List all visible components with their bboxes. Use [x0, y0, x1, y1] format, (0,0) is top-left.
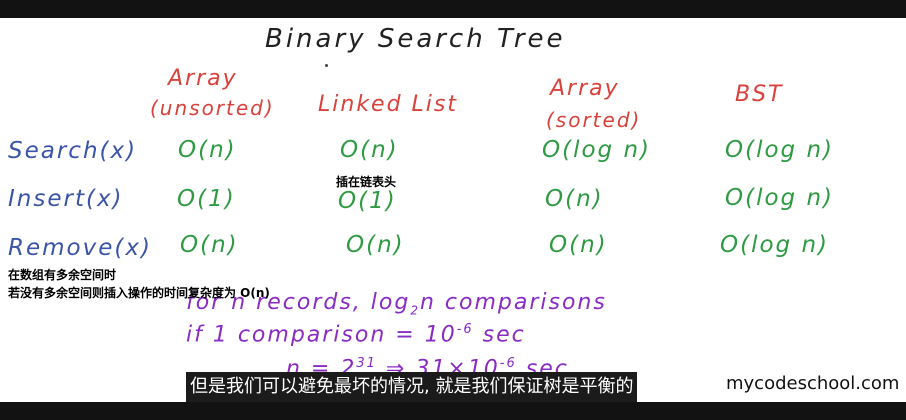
col-array-sorted-label: Array [550, 76, 620, 101]
video-bottom-bar [0, 402, 906, 420]
board-title: Binary Search Tree [265, 24, 566, 54]
cell-search-array: O(n) [178, 137, 237, 163]
cell-search-sorted: O(log n) [542, 137, 651, 163]
cell-insert-bst: O(log n) [725, 185, 834, 211]
row-remove: Remove(x) [8, 235, 152, 261]
array-insert-note-1: 在数组有多余空间时 [8, 268, 117, 282]
col-array-unsorted-label: Array [168, 66, 238, 91]
cell-insert-sorted: O(n) [545, 186, 604, 212]
linked-list-insert-note: 插在链表头 [336, 175, 397, 189]
cell-remove-list: O(n) [346, 232, 405, 258]
cell-insert-array: O(1) [177, 186, 236, 212]
video-top-bar [0, 0, 906, 18]
col-bst: BST [735, 82, 784, 107]
array-insert-note-2: 若没有多余空间则插入操作的时间复杂度为 O(n) [8, 286, 270, 300]
cell-remove-bst: O(log n) [720, 232, 829, 258]
note-comparison-time: if 1 comparison = 10-6 sec [186, 322, 526, 348]
video-subtitle: 但是我们可以避免最坏的情况, 就是我们保证树是平衡的 [186, 372, 638, 402]
pen-dot [325, 64, 328, 67]
col-array-unsorted-sub: (unsorted) [150, 96, 275, 120]
row-search: Search(x) [8, 138, 138, 164]
cell-remove-sorted: O(n) [549, 232, 608, 258]
cell-remove-array: O(n) [180, 232, 239, 258]
col-array-sorted-sub: (sorted) [546, 108, 642, 132]
row-insert: Insert(x) [8, 186, 124, 212]
cell-insert-list: O(1) [338, 188, 397, 214]
channel-watermark: mycodeschool.com [726, 373, 900, 394]
cell-search-list: O(n) [340, 137, 399, 163]
col-linked-list: Linked List [318, 92, 459, 117]
cell-search-bst: O(log n) [725, 137, 834, 163]
whiteboard: Binary Search Tree Array (unsorted) Link… [0, 18, 906, 402]
